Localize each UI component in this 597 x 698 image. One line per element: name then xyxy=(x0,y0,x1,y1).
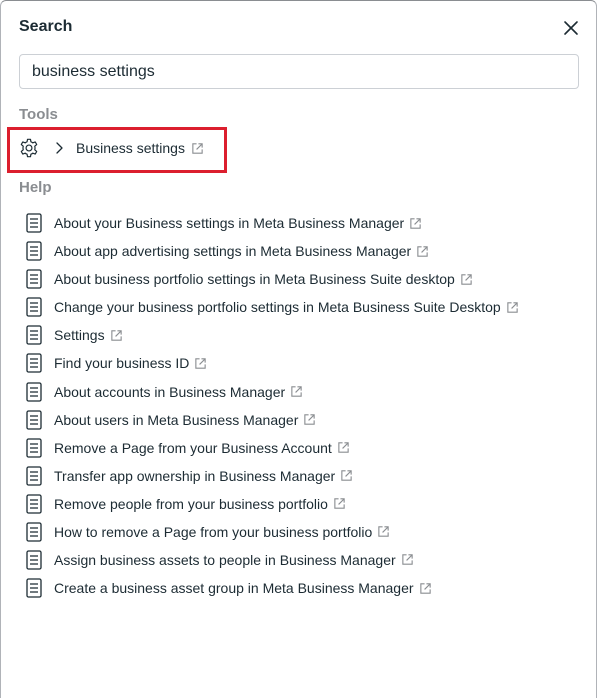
document-icon xyxy=(26,353,42,374)
help-item[interactable]: About business portfolio settings in Met… xyxy=(26,265,586,293)
gear-icon xyxy=(20,138,38,158)
document-icon xyxy=(26,381,42,402)
external-link-icon xyxy=(195,358,207,369)
external-link-icon xyxy=(419,582,431,594)
document-icon xyxy=(26,494,42,514)
external-link-icon xyxy=(291,386,302,397)
external-link-icon xyxy=(334,498,345,510)
external-link-icon xyxy=(304,414,316,425)
help-item-label: About users in Meta Business Manager xyxy=(54,411,299,428)
help-item[interactable]: Change your business portfolio settings … xyxy=(26,293,586,321)
tool-item-business-settings[interactable]: Business settings xyxy=(18,137,204,159)
document-icon xyxy=(26,213,42,233)
help-item-label: Settings xyxy=(54,327,105,344)
document-icon xyxy=(26,466,42,486)
external-link-icon xyxy=(110,330,122,341)
external-link-icon xyxy=(192,142,203,154)
chevron-right-icon xyxy=(56,142,63,154)
help-item-label: How to remove a Page from your business … xyxy=(54,523,373,540)
external-link-icon xyxy=(506,302,518,313)
document-icon xyxy=(26,409,42,430)
document-icon xyxy=(26,297,42,317)
help-item-label: Assign business assets to people in Busi… xyxy=(54,551,396,568)
help-item[interactable]: Settings xyxy=(26,321,586,349)
search-field[interactable] xyxy=(19,54,579,89)
help-item[interactable]: About your Business settings in Meta Bus… xyxy=(26,209,586,237)
help-section-label: Help xyxy=(19,179,52,196)
external-link-icon xyxy=(401,554,413,566)
help-item-label: About business portfolio settings in Met… xyxy=(54,271,455,288)
close-icon[interactable] xyxy=(561,18,581,38)
help-item[interactable]: Assign business assets to people in Busi… xyxy=(26,546,586,574)
help-item[interactable]: About users in Meta Business Manager xyxy=(26,406,586,434)
external-link-icon xyxy=(341,470,352,481)
help-item-label: Create a business asset group in Meta Bu… xyxy=(54,580,414,597)
external-link-icon xyxy=(461,273,472,285)
external-link-icon xyxy=(338,442,349,453)
document-icon xyxy=(26,269,42,289)
document-icon xyxy=(26,241,42,261)
search-dialog: Search Tools Business settings Help Abou… xyxy=(0,0,597,698)
help-item-label: Find your business ID xyxy=(54,355,190,372)
tools-section-label: Tools xyxy=(19,106,58,123)
document-icon xyxy=(26,550,42,570)
help-item[interactable]: Remove a Page from your Business Account xyxy=(26,434,586,462)
help-item[interactable]: Remove people from your business portfol… xyxy=(26,490,586,518)
document-icon xyxy=(26,438,42,458)
tool-item-label: Business settings xyxy=(76,140,185,156)
help-item[interactable]: Find your business ID xyxy=(26,349,586,377)
help-item-label: About app advertising settings in Meta B… xyxy=(54,243,412,260)
help-item[interactable]: About accounts in Business Manager xyxy=(26,377,586,405)
help-item[interactable]: How to remove a Page from your business … xyxy=(26,518,586,546)
external-link-icon xyxy=(378,526,389,538)
dialog-title: Search xyxy=(19,18,73,35)
help-item-label: Transfer app ownership in Business Manag… xyxy=(54,467,336,484)
help-item[interactable]: About app advertising settings in Meta B… xyxy=(26,237,586,265)
document-icon xyxy=(26,578,42,598)
help-item-label: Remove people from your business portfol… xyxy=(54,495,328,512)
external-link-icon xyxy=(410,217,421,229)
document-icon xyxy=(26,522,42,542)
help-item-label: Remove a Page from your Business Account xyxy=(54,439,332,456)
help-item[interactable]: Create a business asset group in Meta Bu… xyxy=(26,574,586,602)
help-item[interactable]: Transfer app ownership in Business Manag… xyxy=(26,462,586,490)
help-item-label: About your Business settings in Meta Bus… xyxy=(54,215,405,232)
document-icon xyxy=(26,325,42,345)
help-item-label: Change your business portfolio settings … xyxy=(54,299,501,316)
search-input[interactable] xyxy=(20,55,578,88)
help-item-label: About accounts in Business Manager xyxy=(54,383,286,400)
help-list: About your Business settings in Meta Bus… xyxy=(26,209,586,602)
external-link-icon xyxy=(417,245,428,257)
